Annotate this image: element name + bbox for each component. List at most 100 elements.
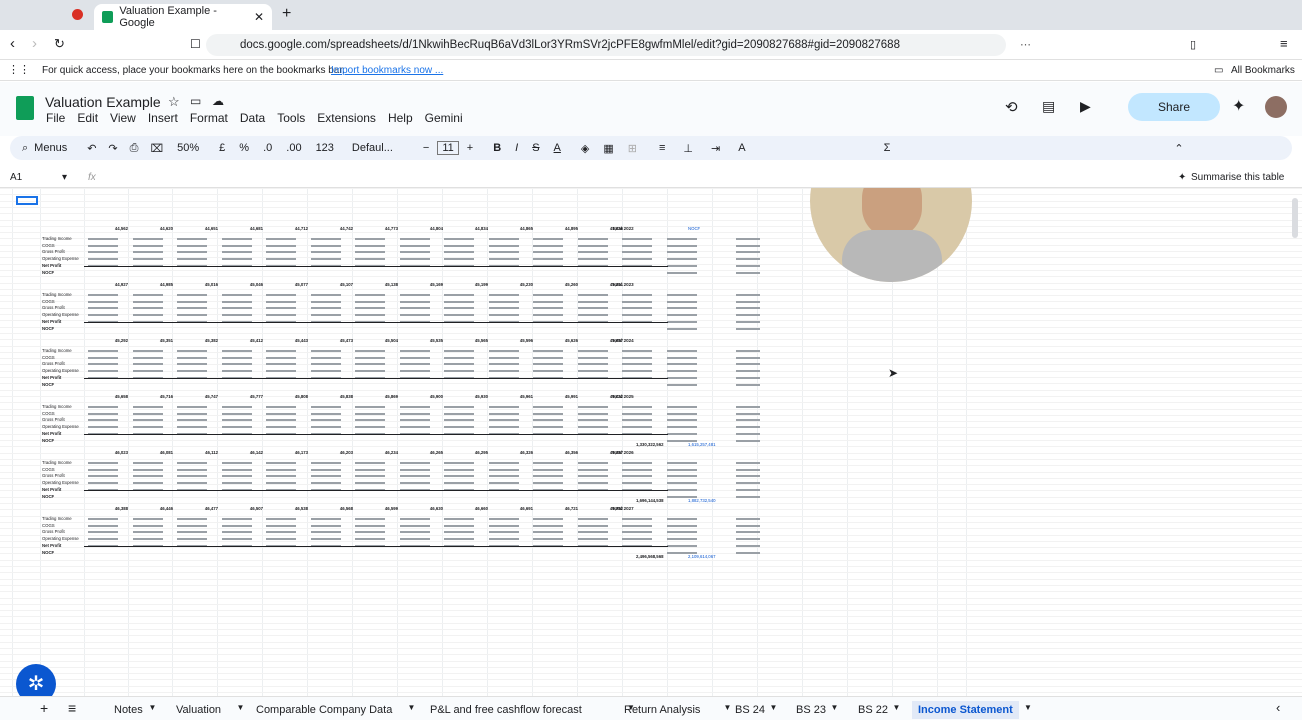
value-cell[interactable]: [577, 481, 608, 484]
sheet-tab-bs-23[interactable]: BS 23: [790, 701, 832, 719]
value-cell[interactable]: [355, 462, 385, 464]
value-cell[interactable]: [132, 300, 163, 303]
value-cell[interactable]: [399, 406, 430, 408]
value-cell[interactable]: [622, 419, 652, 421]
value-cell[interactable]: [444, 307, 474, 309]
value-cell[interactable]: [221, 524, 252, 527]
value-cell[interactable]: [177, 369, 207, 372]
value-cell[interactable]: [399, 238, 430, 240]
year-header-cell[interactable]: 45,565: [444, 338, 488, 344]
year-header-cell[interactable]: 44,651: [174, 226, 218, 232]
value-cell[interactable]: [488, 244, 519, 247]
nocf-total[interactable]: 1,696,144,538: [636, 498, 663, 503]
value-cell[interactable]: [399, 251, 430, 253]
value-cell[interactable]: [355, 350, 385, 352]
value-cell[interactable]: [488, 524, 519, 527]
value-cell[interactable]: [355, 524, 385, 527]
star-icon[interactable]: ☆: [168, 94, 180, 110]
value-cell[interactable]: [444, 244, 474, 247]
value-cell[interactable]: [88, 419, 118, 421]
value-cell[interactable]: [666, 468, 697, 471]
value-cell[interactable]: [533, 425, 563, 428]
right-value-cell[interactable]: [736, 257, 760, 260]
scroll-left-icon[interactable]: ‹: [1276, 700, 1280, 715]
value-cell[interactable]: [221, 406, 252, 408]
row-label[interactable]: Operating Expense: [42, 424, 79, 429]
value-cell[interactable]: [221, 518, 252, 520]
sheet-tab-income-statement[interactable]: Income Statement: [912, 701, 1019, 719]
year-header-cell[interactable]: 45,107: [309, 282, 353, 288]
value-cell[interactable]: [666, 300, 697, 303]
value-cell[interactable]: [488, 238, 519, 240]
row-label[interactable]: Trading Income: [42, 460, 72, 465]
value-cell[interactable]: [399, 481, 430, 484]
value-cell[interactable]: [355, 518, 385, 520]
value-cell[interactable]: [88, 257, 118, 260]
value-cell[interactable]: [310, 419, 341, 421]
value-cell[interactable]: [666, 518, 697, 520]
year-header-cell[interactable]: 45,382: [174, 338, 218, 344]
row-label[interactable]: COGS: [42, 299, 55, 304]
value-cell[interactable]: [666, 524, 697, 527]
row-label[interactable]: NOCF: [42, 326, 54, 331]
menus-search[interactable]: Menus: [34, 142, 67, 154]
menu-tools[interactable]: Tools: [277, 111, 305, 125]
value-cell[interactable]: [132, 313, 163, 316]
value-cell[interactable]: [444, 238, 474, 240]
year-header-cell[interactable]: 45,747: [174, 394, 218, 400]
value-cell[interactable]: [132, 406, 163, 408]
value-cell[interactable]: [132, 244, 163, 247]
value-cell[interactable]: [310, 307, 341, 309]
value-cell[interactable]: [488, 531, 519, 533]
right-value-cell[interactable]: [736, 439, 760, 442]
year-header-cell[interactable]: 46,568: [309, 506, 353, 512]
year-header-cell[interactable]: 45,808: [264, 394, 308, 400]
menu-insert[interactable]: Insert: [148, 111, 178, 125]
value-cell[interactable]: [488, 425, 519, 428]
value-cell[interactable]: [488, 462, 519, 464]
value-cell[interactable]: [533, 537, 563, 540]
value-cell[interactable]: [177, 356, 207, 359]
value-cell[interactable]: [399, 412, 430, 415]
value-cell[interactable]: [132, 531, 163, 533]
right-value-cell[interactable]: [736, 307, 760, 309]
value-cell[interactable]: [577, 350, 608, 352]
right-value-cell[interactable]: [736, 531, 760, 533]
value-cell[interactable]: [266, 524, 296, 527]
right-value-cell[interactable]: [736, 406, 760, 408]
value-cell[interactable]: [666, 495, 697, 498]
italic-icon[interactable]: I: [515, 142, 518, 154]
right-value-cell[interactable]: [736, 300, 760, 303]
value-cell[interactable]: [488, 294, 519, 296]
row-label[interactable]: Operating Expense: [42, 256, 79, 261]
value-cell[interactable]: [310, 369, 341, 372]
value-cell[interactable]: [355, 369, 385, 372]
extensions-icon[interactable]: ⋯: [1020, 38, 1031, 51]
value-cell[interactable]: [666, 425, 697, 428]
value-cell[interactable]: [266, 425, 296, 428]
nocf-value[interactable]: 1,882,732,540: [688, 498, 715, 503]
right-value-cell[interactable]: [736, 545, 760, 547]
value-cell[interactable]: [444, 251, 474, 253]
value-cell[interactable]: [177, 481, 207, 484]
value-cell[interactable]: [666, 369, 697, 372]
year-header-cell[interactable]: 45,535: [399, 338, 443, 344]
row-label[interactable]: COGS: [42, 467, 55, 472]
value-cell[interactable]: [355, 531, 385, 533]
year-header-cell[interactable]: 44,985: [129, 282, 173, 288]
value-cell[interactable]: [266, 363, 296, 365]
value-cell[interactable]: [444, 425, 474, 428]
value-cell[interactable]: [488, 537, 519, 540]
value-cell[interactable]: [533, 251, 563, 253]
value-cell[interactable]: [177, 518, 207, 520]
value-cell[interactable]: [666, 307, 697, 309]
value-cell[interactable]: [221, 537, 252, 540]
row-label[interactable]: Net Profit: [42, 375, 61, 380]
year-header-cell[interactable]: 45,046: [219, 282, 263, 288]
row-label[interactable]: Net Profit: [42, 543, 61, 548]
value-cell[interactable]: [399, 363, 430, 365]
value-cell[interactable]: [266, 406, 296, 408]
value-cell[interactable]: [666, 433, 697, 435]
value-cell[interactable]: [132, 537, 163, 540]
row-label[interactable]: Trading Income: [42, 348, 72, 353]
